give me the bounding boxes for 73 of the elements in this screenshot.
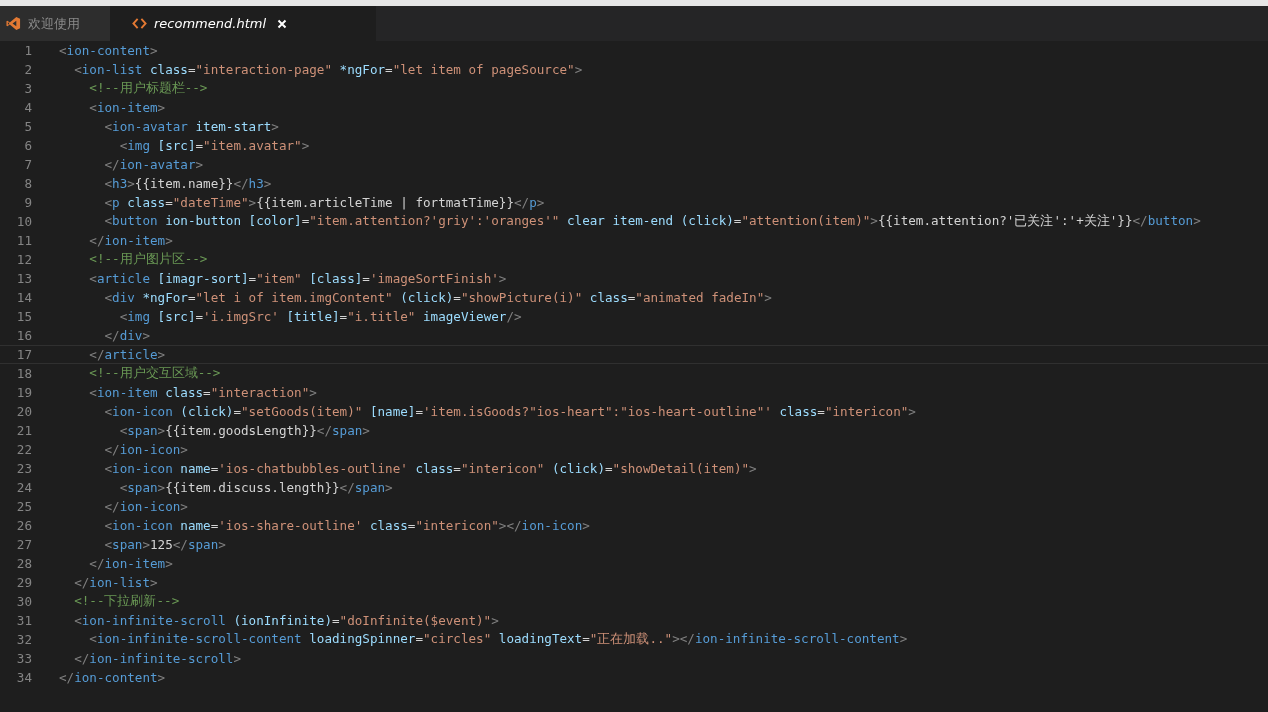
- code-brackets-icon: [132, 16, 147, 31]
- code-line: </ion-avatar>: [103, 157, 204, 172]
- line-number: 18: [15, 366, 32, 381]
- code-line: <ion-infinite-scroll (ionInfinite)="doInfinite($event)">: [73, 613, 499, 628]
- line-number: 20: [15, 404, 32, 419]
- line-number: 1: [23, 43, 32, 58]
- code-line: </ion-list>: [73, 575, 158, 590]
- code-line: <ion-icon name='ios-share-outline' class="intericon"></ion-icon>: [103, 518, 590, 533]
- line-number: 34: [15, 670, 32, 685]
- code-line: <!--用户交互区域-->: [88, 365, 221, 382]
- code-line: <ion-avatar item-start>: [103, 119, 279, 134]
- code-line: <span>{{item.discuss.length}}</span>: [118, 480, 393, 495]
- code-line: <h3>{{item.name}}</h3>: [103, 176, 272, 191]
- line-number: 28: [15, 556, 32, 571]
- code-line: <img [src]="item.avatar">: [118, 138, 310, 153]
- line-number: 12: [15, 252, 32, 267]
- code-line: <ion-item class="interaction">: [88, 385, 317, 400]
- code-line: </ion-item>: [88, 233, 173, 248]
- code-line: <ion-list class="interaction-page" *ngFor="let item of pageSource">: [73, 62, 583, 77]
- line-number: 16: [15, 328, 32, 343]
- code-line: </ion-infinite-scroll>: [73, 651, 241, 666]
- line-number: 33: [15, 651, 32, 666]
- line-number: 8: [23, 176, 32, 191]
- line-number: 14: [15, 290, 32, 305]
- line-number: 17: [15, 347, 32, 362]
- line-number: 29: [15, 575, 32, 590]
- code-line: <button ion-button [color]="item.attention?'griy':'oranges'" clear item-end (click)="attention(item)">{{item.attention?'已关注':'+关注'}}</button>: [103, 213, 1201, 230]
- line-number: 13: [15, 271, 32, 286]
- line-number: 26: [15, 518, 32, 533]
- code-line: </div>: [103, 328, 150, 343]
- line-number: 27: [15, 537, 32, 552]
- code-line: <img [src]='i.imgSrc' [title]="i.title" imageViewer/>: [118, 309, 522, 324]
- line-number: 23: [15, 461, 32, 476]
- line-number: 32: [15, 632, 32, 647]
- code-line: <!--用户图片区-->: [88, 251, 208, 268]
- line-number: 31: [15, 613, 32, 628]
- line-number: 7: [23, 157, 32, 172]
- line-number: 25: [15, 499, 32, 514]
- line-number: 5: [23, 119, 32, 134]
- logo-icon: [6, 16, 21, 31]
- code-line: <p class="dateTime">{{item.articleTime | fortmatTime}}</p>: [103, 195, 545, 210]
- code-line: <ion-infinite-scroll-content loadingSpinner="circles" loadingText="正在加载.."></ion-infinite-scroll-content>: [88, 631, 908, 648]
- editor-tab[interactable]: recommend.html: [110, 6, 376, 41]
- code-line: <ion-content>: [59, 43, 158, 58]
- code-line: <span>{{item.goodsLength}}</span>: [118, 423, 370, 438]
- line-number: 9: [23, 195, 32, 210]
- code-line: <span>125</span>: [103, 537, 226, 552]
- line-number: 24: [15, 480, 32, 495]
- code-line: <!--下拉刷新-->: [73, 593, 180, 610]
- line-number: 10: [15, 214, 32, 229]
- code-line: <article [imagr-sort]="item" [class]='imageSortFinish'>: [88, 271, 507, 286]
- code-line: </ion-icon>: [103, 499, 188, 514]
- code-line: </ion-item>: [88, 556, 173, 571]
- line-number: 11: [15, 233, 32, 248]
- line-number: 2: [23, 62, 32, 77]
- code-line: <ion-icon (click)="setGoods(item)" [name]='item.isGoods?"ios-heart":"ios-heart-outline"' class="intericon">: [103, 404, 916, 419]
- line-number: 21: [15, 423, 32, 438]
- code-line: </ion-content>: [59, 670, 166, 685]
- code-line: <div *ngFor="let i of item.imgContent" (click)="showPicture(i)" class="animated fadeIn">: [103, 290, 772, 305]
- line-number: 6: [23, 138, 32, 153]
- close-icon[interactable]: [277, 18, 287, 29]
- line-number: 30: [15, 594, 32, 609]
- line-number: 4: [23, 100, 32, 115]
- code-line: <!--用户标题栏-->: [88, 80, 208, 97]
- line-number: 19: [15, 385, 32, 400]
- code-line: <ion-icon name='ios-chatbubbles-outline' class="intericon" (click)="showDetail(item)">: [103, 461, 757, 476]
- line-number: 22: [15, 442, 32, 457]
- editor-tab[interactable]: 欢迎使用: [0, 6, 110, 41]
- line-number: 3: [23, 81, 32, 96]
- code-line: </article>: [88, 347, 166, 362]
- code-line: </ion-icon>: [103, 442, 188, 457]
- line-number: 15: [15, 309, 32, 324]
- code-line: <ion-item>: [88, 100, 166, 115]
